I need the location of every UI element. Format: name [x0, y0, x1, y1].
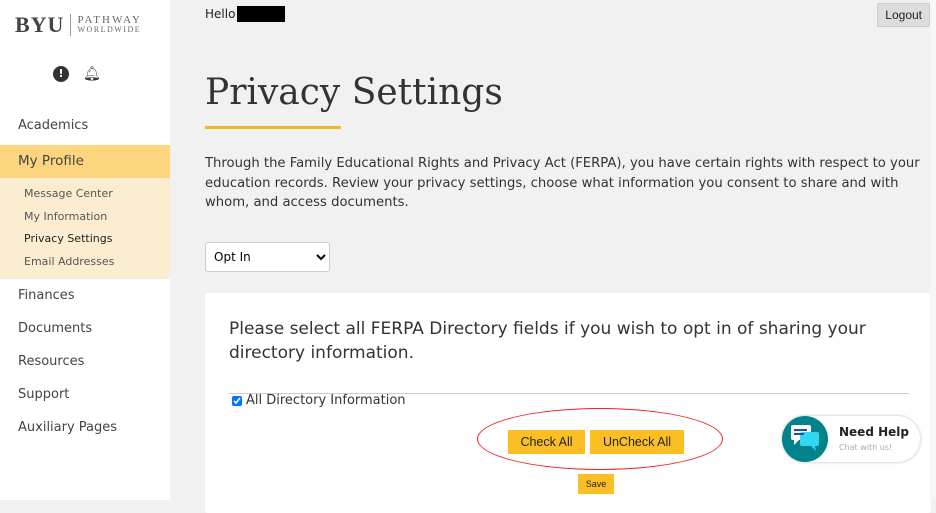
sidebar-item-support[interactable]: Support: [0, 381, 170, 414]
uncheck-all-button[interactable]: UnCheck All: [590, 430, 684, 454]
sidebar-nav: Academics My Profile Message Center My I…: [0, 112, 170, 447]
all-directory-checkbox[interactable]: [232, 395, 242, 406]
sidebar-item-finances[interactable]: Finances: [0, 282, 170, 315]
chat-icon: [782, 416, 828, 462]
sidebar-item-auxiliary-pages[interactable]: Auxiliary Pages: [0, 414, 170, 447]
chat-title: Need Help: [839, 425, 909, 439]
ferpa-question: Please select all FERPA Directory fields…: [229, 317, 909, 394]
greeting-text: Hello: [205, 7, 236, 21]
sidebar-item-my-profile[interactable]: My Profile: [0, 145, 170, 178]
ferpa-card: Please select all FERPA Directory fields…: [205, 293, 931, 513]
title-underline: [205, 126, 341, 129]
alert-icon[interactable]: !: [53, 66, 69, 82]
bell-icon[interactable]: 🔔︎: [83, 66, 101, 82]
logout-button[interactable]: Logout: [877, 3, 930, 27]
subitem-message-center[interactable]: Message Center: [0, 183, 170, 206]
chat-subtitle: Chat with us!: [839, 443, 893, 452]
sidebar-item-academics[interactable]: Academics: [0, 112, 170, 145]
page-title: Privacy Settings: [205, 72, 503, 113]
check-all-button[interactable]: Check All: [508, 430, 585, 454]
opt-in-select[interactable]: Opt In: [205, 242, 330, 272]
need-help-chat-widget[interactable]: Need Help Chat with us!: [782, 416, 920, 462]
sidebar-item-resources[interactable]: Resources: [0, 348, 170, 381]
subitem-email-addresses[interactable]: Email Addresses: [0, 251, 170, 274]
sidebar-item-documents[interactable]: Documents: [0, 315, 170, 348]
sidebar: BYU PATHWAY WORLDWIDE ! 🔔︎ Academics My P…: [0, 0, 170, 500]
logo-line1: PATHWAY: [77, 14, 142, 26]
intro-text: Through the Family Educational Rights an…: [205, 156, 920, 210]
logo-line2: WORLDWIDE: [77, 25, 142, 34]
all-directory-checkbox-row[interactable]: All Directory Information: [232, 393, 406, 408]
redacted-username: [237, 6, 286, 22]
save-button[interactable]: Save: [578, 474, 614, 494]
subitem-privacy-settings[interactable]: Privacy Settings: [0, 228, 170, 251]
scrollbar[interactable]: [930, 0, 936, 500]
logo-text: BYU: [15, 12, 65, 37]
byu-pathway-logo[interactable]: BYU PATHWAY WORLDWIDE: [15, 12, 142, 38]
greeting: Hello: [205, 6, 286, 22]
main-content: Hello Logout Privacy Settings Through th…: [170, 0, 936, 513]
my-profile-submenu: Message Center My Information Privacy Se…: [0, 178, 170, 279]
checkbox-label: All Directory Information: [246, 393, 406, 408]
logo-divider: [70, 14, 72, 36]
subitem-my-information[interactable]: My Information: [0, 206, 170, 229]
